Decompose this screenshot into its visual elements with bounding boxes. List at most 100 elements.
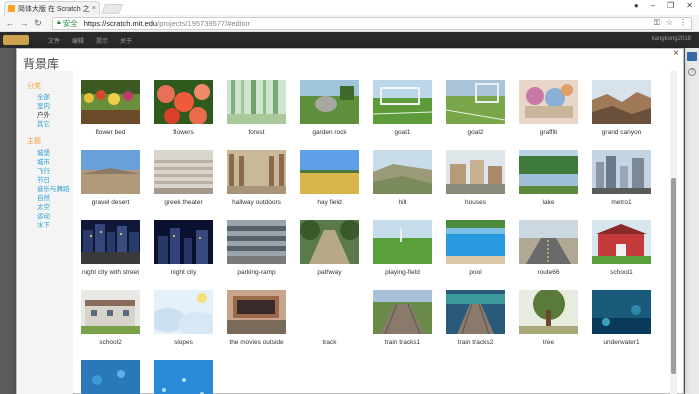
window-controls: ● – ❐ ✕ (634, 1, 693, 10)
scrollbar-thumb[interactable] (671, 178, 676, 374)
backdrop-label: school1 (610, 269, 633, 276)
backdrop-label: hallway outdoors (232, 199, 281, 206)
backdrop-label: goal1 (394, 129, 411, 136)
backdrop-thumbnail (519, 290, 578, 334)
backdrop-label: garden rock (312, 129, 347, 136)
category-group-title: 分类 (27, 83, 41, 90)
backdrop-thumbnail (81, 360, 140, 394)
backdrop-thumbnail (446, 290, 505, 334)
backdrop-label: forest (248, 129, 265, 136)
backdrop-label: track (322, 339, 337, 346)
backdrop-label: parking-ramp (237, 269, 276, 276)
backdrop-label: school2 (99, 339, 122, 346)
backdrop-label: pool (469, 269, 482, 276)
reload-icon[interactable]: ↻ (32, 18, 44, 29)
scratch-favicon-icon (8, 5, 15, 12)
backdrop-label: gravel desert (91, 199, 130, 206)
menu-icon[interactable]: ⋮ (679, 18, 687, 28)
backdrop-label: goal2 (467, 129, 484, 136)
backdrop-label: underwater1 (603, 339, 640, 346)
backdrop-thumbnail (592, 80, 651, 124)
backdrop-label: tree (542, 339, 555, 346)
backdrop-thumbnail (154, 290, 213, 334)
backdrop-label: metro1 (611, 199, 632, 206)
backdrop-thumbnail (81, 150, 140, 194)
backdrop-thumbnail (227, 150, 286, 194)
backdrop-label: flowers (173, 129, 194, 136)
editor-menu-item[interactable]: 编辑 (72, 36, 84, 45)
tab-title: 简体大版 在 Scratch 之 (18, 5, 90, 13)
backdrop-thumbnail (519, 80, 578, 124)
backdrop-label: houses (465, 199, 486, 206)
address-toolbar: ← → ↻ 🔒︎ 安全 https://scratch.mit.edu /pro… (0, 15, 699, 32)
url-host: https://scratch.mit.edu (83, 18, 158, 28)
category-group-title: 主题 (27, 138, 41, 145)
back-icon[interactable]: ← (4, 18, 16, 28)
stage-icon[interactable] (687, 52, 697, 61)
backdrop-thumbnail (373, 290, 432, 334)
browser-tab-strip: 简体大版 在 Scratch 之 × ● – ❐ ✕ (0, 0, 699, 15)
backdrop-label: hay field (317, 199, 342, 206)
scrollbar[interactable] (670, 71, 677, 394)
backdrop-label: lake (542, 199, 555, 206)
scratch-menu-bar: 文件 编辑 提示 关于 kangkong2018 (0, 32, 699, 48)
editor-menu-item[interactable]: 提示 (96, 36, 108, 45)
minimize-icon[interactable]: – (651, 1, 655, 10)
backdrop-label: route66 (537, 269, 560, 276)
account-icon[interactable]: ● (634, 1, 639, 10)
backdrop-thumbnail (154, 150, 213, 194)
category-item[interactable]: 水下 (37, 219, 50, 229)
backdrop-label: graffiti (539, 129, 558, 136)
backdrop-label: train tracks1 (384, 339, 421, 346)
backdrop-thumbnail (300, 80, 359, 124)
backdrop-thumbnail (81, 220, 140, 264)
new-tab-button[interactable] (101, 4, 123, 14)
backdrop-thumbnail (154, 80, 213, 124)
key-icon[interactable]: ⚿ (654, 18, 660, 28)
backdrop-thumbnail (373, 220, 432, 264)
star-icon[interactable]: ☆ (666, 18, 673, 28)
backdrop-thumbnail (592, 290, 651, 334)
backdrop-thumbnail (519, 220, 578, 264)
backdrop-thumbnail (154, 360, 213, 394)
backdrop-label: hill (398, 199, 407, 206)
backdrop-label: grand canyon (601, 129, 642, 136)
category-item[interactable]: 其它 (37, 118, 50, 128)
backdrop-label: pathway (317, 269, 342, 276)
dialog-title: 背景库 (23, 57, 60, 71)
backdrop-label: slopes (174, 339, 193, 346)
username[interactable]: kangkong2018 (652, 36, 691, 42)
backdrop-label: the movies outside (229, 339, 284, 346)
backdrop-thumbnail (227, 80, 286, 124)
editor-right-strip: ? (685, 48, 699, 394)
close-icon[interactable]: × (673, 48, 679, 59)
backdrop-label: train tracks2 (457, 339, 494, 346)
backdrop-thumbnail (154, 220, 213, 264)
backdrop-thumbnail (592, 220, 651, 264)
backdrop-grid: flower bed flowers forest garden rock goal1 g… (74, 71, 668, 394)
backdrop-thumbnail (519, 150, 578, 194)
scratch-logo[interactable] (3, 35, 29, 45)
backdrop-thumbnail (81, 290, 140, 334)
backdrop-thumbnail (592, 150, 651, 194)
lock-icon: 🔒︎ (57, 19, 61, 26)
editor-menu: 文件 编辑 提示 关于 (48, 36, 132, 45)
editor-menu-item[interactable]: 文件 (48, 36, 60, 45)
browser-tab[interactable]: 简体大版 在 Scratch 之 × (4, 1, 100, 15)
backdrop-thumbnail (227, 220, 286, 264)
close-window-icon[interactable]: ✕ (686, 1, 693, 10)
address-bar[interactable]: 🔒︎ 安全 https://scratch.mit.edu /projects/… (52, 16, 692, 30)
backdrop-thumbnail (300, 150, 359, 194)
maximize-icon[interactable]: ❐ (667, 1, 674, 10)
backdrop-thumbnail (446, 150, 505, 194)
backdrop-label: night city with street (81, 269, 140, 276)
forward-icon[interactable]: → (18, 18, 30, 28)
backdrop-thumbnail (81, 80, 140, 124)
backdrop-thumbnail (227, 290, 286, 334)
close-tab-icon[interactable]: × (92, 5, 96, 12)
backdrop-thumbnail (373, 80, 432, 124)
help-icon[interactable]: ? (688, 68, 696, 76)
backdrop-thumbnail (300, 220, 359, 264)
url-path: /projects/195739577/#editor (157, 18, 251, 28)
editor-menu-item[interactable]: 关于 (120, 36, 132, 45)
